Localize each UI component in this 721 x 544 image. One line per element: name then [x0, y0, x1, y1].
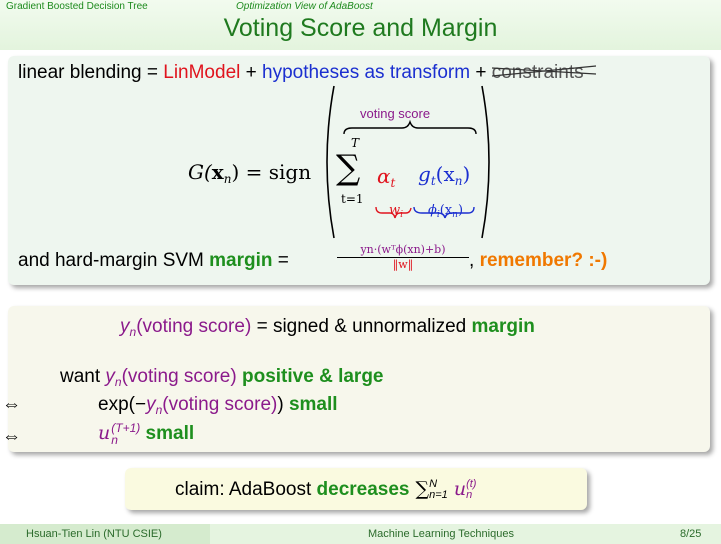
text-linear-blending: linear blending =: [18, 62, 164, 83]
slide-title: Voting Score and Margin: [223, 14, 498, 42]
nav-section[interactable]: Gradient Boosted Decision Tree: [6, 1, 148, 12]
margin-fraction: yn·(wᵀϕ(xn)+b) ‖w‖: [337, 243, 469, 271]
footer-page: 8/25: [680, 528, 702, 540]
text-constraints-struck: constraints: [491, 62, 596, 83]
fraction-denominator: ‖w‖: [392, 258, 414, 271]
phi-label: ϕi(xn): [428, 203, 464, 220]
sum-upper: T: [351, 136, 360, 150]
formula-lhs: G(xn) = sign: [188, 160, 312, 186]
footer-author: Hsuan-Tien Lin (NTU CSIE): [26, 528, 162, 540]
nav-subsection[interactable]: Optimization View of AdaBoost: [236, 1, 373, 12]
header-bar: Gradient Boosted Decision Tree Optimizat…: [0, 0, 721, 50]
fraction-numerator: yn·(wᵀϕ(xn)+b): [337, 243, 469, 258]
margin-line: and hard-margin SVM margin =: [18, 250, 289, 271]
text-plus-2: +: [470, 62, 492, 83]
footer-right: Machine Learning Techniques 8/25: [210, 524, 721, 544]
sum-symbol: ∑: [336, 148, 361, 188]
text-plus: +: [240, 62, 263, 83]
text-hypotheses: hypotheses as transform: [262, 62, 471, 83]
signed-margin-line: yn(voting score) = signed & unnormalized…: [120, 316, 535, 339]
remember-text: , remember? :-): [469, 250, 608, 271]
exp-line: exp(−yn(voting score)) small: [98, 394, 338, 417]
footer-course: Machine Learning Techniques: [368, 528, 514, 540]
blending-line: linear blending = LinModel + hypotheses …: [18, 62, 596, 84]
claim-line: claim: AdaBoost decreases ∑ Nn=1 u (t) n: [175, 477, 477, 501]
iff-symbol-2: ⇔: [2, 426, 21, 447]
u-line: u (T+1) n small: [98, 421, 195, 447]
w-label: wi: [389, 203, 404, 220]
want-line: want yn(voting score) positive & large: [60, 366, 384, 389]
sum-lower: t=1: [341, 192, 364, 206]
g-term: gt(xn): [418, 162, 471, 188]
footer-left: Hsuan-Tien Lin (NTU CSIE): [0, 524, 210, 544]
claim-box: claim: AdaBoost decreases ∑ Nn=1 u (t) n: [125, 468, 587, 510]
alpha-term: αt: [377, 164, 396, 190]
footer-bar: Hsuan-Tien Lin (NTU CSIE) Machine Learni…: [0, 524, 721, 544]
voting-score-label: voting score: [360, 106, 431, 121]
strike-mark: [491, 65, 596, 77]
iff-symbol-1: ⇔: [2, 394, 21, 415]
margin-box: yn(voting score) = signed & unnormalized…: [2, 306, 710, 452]
text-linmodel: LinModel: [163, 62, 241, 83]
blending-box: linear blending = LinModel + hypotheses …: [8, 56, 710, 285]
